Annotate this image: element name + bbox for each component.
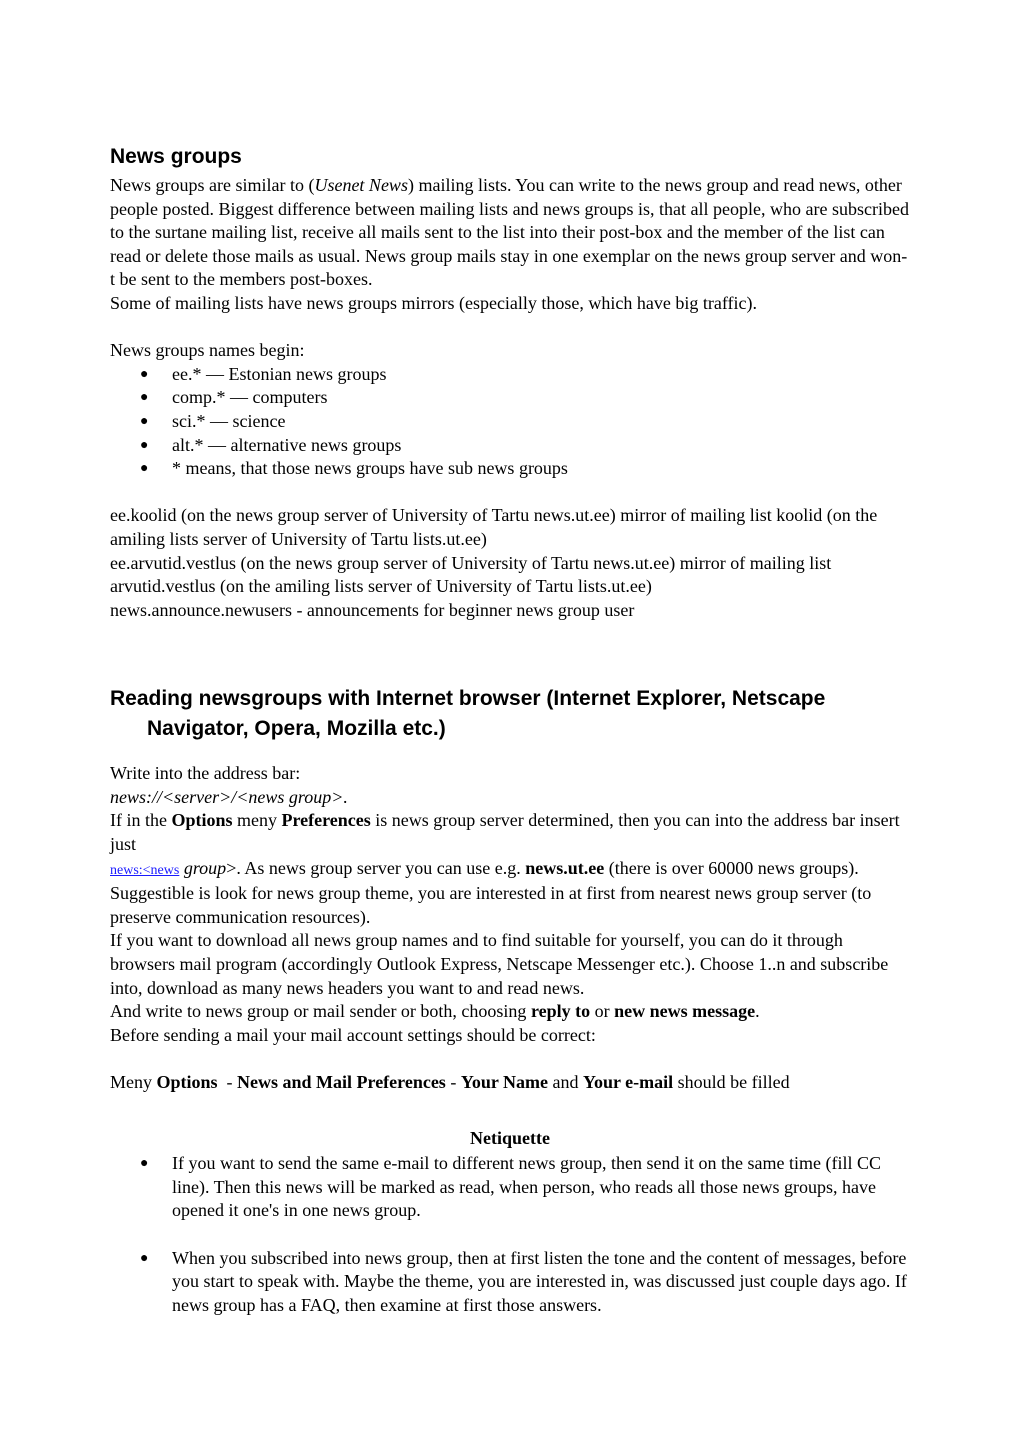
url-pattern-text: news://<server>/<news group>. (110, 786, 348, 807)
news-link[interactable]: news:<news (110, 863, 179, 878)
names-list: ● ee.* — Estonian news groups ● comp.* — c… (110, 363, 910, 481)
text: - (217, 1072, 238, 1092)
before-sending: Before sending a mail your mail account … (110, 1024, 596, 1045)
list-item-text: If you want to send the same e-mail to d… (172, 1153, 882, 1221)
intro-paragraph: News groups are similar to (Usenet News)… (110, 174, 910, 292)
list-item-text: ee.* — Estonian news groups (172, 363, 387, 384)
options-term: Options (171, 810, 233, 831)
write-to-paragraph: And write to news group or mail sender o… (110, 1000, 910, 1024)
text: meny (232, 810, 282, 831)
preferences-term: Preferences (281, 810, 371, 831)
document-page: News groups News groups are similar to (… (110, 140, 910, 1317)
text: group (179, 857, 227, 878)
list-item: ● * means, that those news groups have su… (110, 457, 910, 481)
list-item-text: * means, that those news groups have sub… (172, 458, 568, 479)
your-name-term: Your Name (460, 1072, 548, 1092)
example-newusers: news.announce.newusers - announcements f… (110, 599, 635, 620)
options-paragraph: If in the Options meny Preferences is ne… (110, 809, 910, 856)
text: And write to news group or mail sender o… (110, 1001, 531, 1022)
example-arvutid: ee.arvutid.vestlus (on the news group se… (110, 552, 832, 597)
list-item: ● If you want to send the same e-mail to … (110, 1152, 910, 1223)
server-paragraph: news:<news group>. As news group server … (110, 857, 910, 930)
bullet-icon: ● (140, 1250, 149, 1266)
text: - (445, 1072, 461, 1092)
list-item-text: alt.* — alternative news groups (172, 434, 402, 455)
usenet-news-term: Usenet News (314, 175, 408, 195)
text: >. As news group server you can use e.g. (226, 857, 526, 878)
list-item-text: comp.* — computers (172, 387, 328, 408)
text: . (755, 1001, 760, 1022)
list-item-text: When you subscribed into news group, the… (172, 1247, 907, 1315)
list-item: ● comp.* — computers (110, 386, 910, 410)
netiquette-heading: Netiquette (470, 1127, 550, 1148)
text: and (548, 1072, 583, 1092)
options-term: Options (156, 1072, 218, 1092)
bullet-icon: ● (140, 413, 149, 429)
text: Meny (110, 1072, 157, 1092)
text: If in the (110, 810, 172, 831)
text: or (590, 1001, 615, 1022)
heading-reading-newsgroups: Reading newsgroups with Internet browser… (110, 687, 826, 741)
download-paragraph: If you want to download all news group n… (110, 930, 889, 998)
reply-to-term: reply to (530, 1001, 591, 1022)
list-item-text: sci.* — science (172, 410, 286, 431)
heading-news-groups: News groups (110, 145, 242, 168)
bullet-icon: ● (140, 366, 149, 382)
netiquette-list-2: ● When you subscribed into news group, th… (110, 1247, 910, 1318)
mirrors-paragraph: Some of mailing lists have news groups m… (110, 292, 758, 313)
new-message-term: new news message (614, 1001, 756, 1022)
meny-paragraph: Meny Options - News and Mail Preferences… (110, 1071, 910, 1095)
text: should be filled (673, 1072, 790, 1092)
names-intro: News groups names begin: (110, 340, 305, 361)
bullet-icon: ● (140, 461, 149, 477)
server-name: news.ut.ee (525, 857, 605, 878)
list-item: ● alt.* — alternative news groups (110, 434, 910, 458)
write-into-address-bar: Write into the address bar: (110, 763, 301, 784)
url-pattern: news://<server>/<news group>. (110, 786, 910, 810)
example-koolid: ee.koolid (on the news group server of U… (110, 505, 878, 549)
your-email-term: Your e-mail (583, 1072, 674, 1092)
list-item: ● When you subscribed into news group, th… (110, 1247, 910, 1318)
bullet-icon: ● (140, 1156, 149, 1172)
intro-text-1: News groups are similar to ( (110, 175, 315, 195)
list-item: ● sci.* — science (110, 410, 910, 434)
netiquette-list: ● If you want to send the same e-mail to … (110, 1152, 910, 1223)
bullet-icon: ● (140, 390, 149, 406)
bullet-icon: ● (140, 437, 149, 453)
list-item: ● ee.* — Estonian news groups (110, 363, 910, 387)
preferences-term: News and Mail Preferences (237, 1072, 446, 1092)
